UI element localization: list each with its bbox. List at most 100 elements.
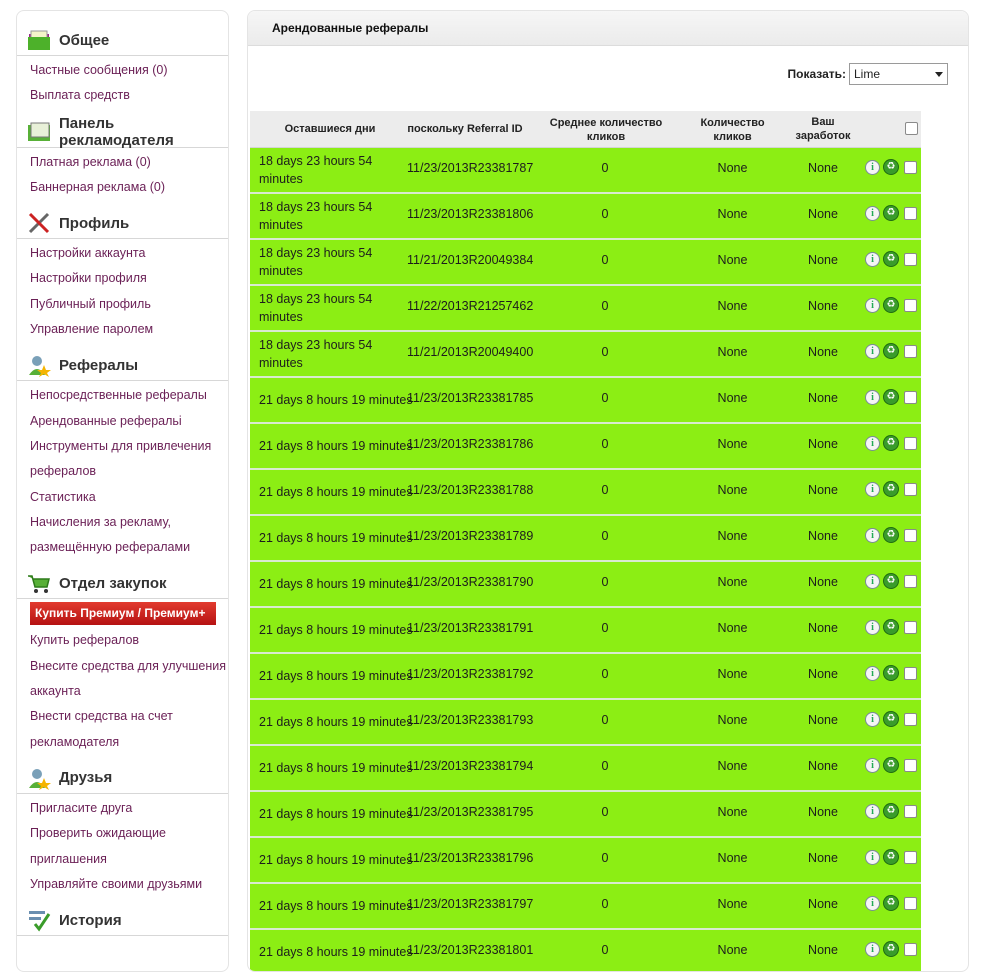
info-icon[interactable]: i [865, 159, 880, 175]
row-checkbox[interactable] [904, 390, 917, 404]
row-checkbox[interactable] [904, 758, 917, 772]
sidebar-link[interactable]: Публичный профиль [17, 292, 228, 317]
recycle-icon[interactable]: ♻ [883, 297, 899, 313]
row-checkbox[interactable] [904, 252, 917, 266]
sidebar-link[interactable]: Баннерная реклама (0) [17, 175, 228, 200]
info-icon[interactable]: i [865, 573, 880, 589]
sidebar-link[interactable]: Управление паролем [17, 317, 228, 342]
sidebar-link[interactable]: Начисления за рекламу, [17, 510, 228, 535]
cell-clicks: None [717, 391, 748, 405]
info-icon[interactable]: i [865, 435, 880, 451]
sidebar-link[interactable]: Внести средства на счет [17, 704, 228, 729]
info-icon[interactable]: i [865, 803, 880, 819]
recycle-icon[interactable]: ♻ [883, 757, 899, 773]
sidebar-link[interactable]: аккаунта [17, 679, 228, 704]
recycle-icon[interactable]: ♻ [883, 343, 899, 359]
sidebar-link[interactable]: Настройки аккаунта [17, 241, 228, 266]
cell-days: 21 days 8 hours 19 minutes [259, 945, 413, 959]
info-icon[interactable]: i [865, 343, 880, 359]
recycle-icon[interactable]: ♻ [883, 205, 899, 221]
info-icon[interactable]: i [865, 665, 880, 681]
row-checkbox[interactable] [904, 574, 917, 588]
info-icon[interactable]: i [865, 481, 880, 497]
row-checkbox[interactable] [904, 620, 917, 634]
sidebar-link[interactable]: рефералов [17, 459, 228, 484]
header-referral-id[interactable]: поскольку Referral ID [400, 123, 530, 135]
sidebar-link[interactable]: Пригласите друга [17, 796, 228, 821]
recycle-icon[interactable]: ♻ [883, 481, 899, 497]
table-row: 21 days 8 hours 19 minutes 11/23/2013R233… [250, 884, 921, 930]
info-icon[interactable]: i [865, 389, 880, 405]
cell-earnings: None [808, 207, 838, 221]
sidebar-link[interactable]: Статистика [17, 485, 228, 510]
row-checkbox[interactable] [904, 712, 917, 726]
row-checkbox[interactable] [904, 344, 917, 358]
recycle-icon[interactable]: ♻ [883, 251, 899, 267]
sidebar-link[interactable]: Настройки профиля [17, 266, 228, 291]
filter-select[interactable]: Lime [849, 63, 948, 85]
cell-earnings: None [808, 161, 838, 175]
recycle-icon[interactable]: ♻ [883, 527, 899, 543]
cell-days: 21 days 8 hours 19 minutes [259, 715, 413, 729]
header-earnings[interactable]: Ваш заработок [790, 115, 856, 143]
sidebar-link[interactable]: размещённую рефералами [17, 535, 228, 560]
sidebar-link[interactable]: Платная реклама (0) [17, 150, 228, 175]
recycle-icon[interactable]: ♻ [883, 619, 899, 635]
header-avg-clicks[interactable]: Среднее количество кликов [542, 116, 670, 144]
sidebar-link[interactable]: Управляйте своими друзьями [17, 872, 228, 897]
sidebar-link[interactable]: приглашения [17, 847, 228, 872]
sidebar-link[interactable]: Инструменты для привлечения [17, 434, 228, 459]
row-checkbox[interactable] [904, 298, 917, 312]
recycle-icon[interactable]: ♻ [883, 895, 899, 911]
sidebar-link[interactable]: Частные сообщения (0) [17, 58, 228, 83]
info-icon[interactable]: i [865, 297, 880, 313]
recycle-icon[interactable]: ♻ [883, 665, 899, 681]
cell-clicks: None [717, 253, 748, 267]
info-icon[interactable]: i [865, 849, 880, 865]
row-checkbox[interactable] [904, 436, 917, 450]
info-icon[interactable]: i [865, 757, 880, 773]
info-icon[interactable]: i [865, 711, 880, 727]
row-checkbox[interactable] [904, 850, 917, 864]
row-checkbox[interactable] [904, 206, 917, 220]
cell-clicks: None [717, 943, 748, 957]
cell-earnings: None [808, 299, 838, 313]
sidebar-link[interactable]: Купить рефералов [17, 628, 228, 653]
header-days[interactable]: Оставшиеся дни [270, 123, 390, 135]
recycle-icon[interactable]: ♻ [883, 849, 899, 865]
cell-clicks: None [717, 805, 748, 819]
row-checkbox[interactable] [904, 804, 917, 818]
recycle-icon[interactable]: ♻ [883, 389, 899, 405]
sidebar-link[interactable]: Внесите средства для улучшения [17, 654, 228, 679]
info-icon[interactable]: i [865, 619, 880, 635]
cell-referral-id: 11/23/2013R23381788 [407, 483, 534, 497]
buy-premium-button[interactable]: Купить Премиум / Премиум+ [30, 602, 216, 626]
info-icon[interactable]: i [865, 895, 880, 911]
info-icon[interactable]: i [865, 205, 880, 221]
header-clicks[interactable]: Количество кликов [690, 116, 775, 144]
sidebar-link[interactable]: Выплата средств [17, 83, 228, 108]
cell-clicks: None [717, 575, 748, 589]
sidebar-link[interactable]: Арендованные реферальі [17, 409, 228, 434]
row-checkbox[interactable] [904, 942, 917, 956]
tools-icon [27, 211, 51, 235]
select-all-checkbox[interactable] [905, 122, 918, 135]
sidebar-link[interactable]: рекламодателя [17, 730, 228, 755]
row-checkbox[interactable] [904, 528, 917, 542]
cart-icon [27, 571, 51, 595]
info-icon[interactable]: i [865, 941, 880, 957]
row-checkbox[interactable] [904, 896, 917, 910]
recycle-icon[interactable]: ♻ [883, 941, 899, 957]
sidebar-link[interactable]: Непосредственные рефералы [17, 383, 228, 408]
recycle-icon[interactable]: ♻ [883, 803, 899, 819]
row-checkbox[interactable] [904, 482, 917, 496]
recycle-icon[interactable]: ♻ [883, 573, 899, 589]
recycle-icon[interactable]: ♻ [883, 435, 899, 451]
info-icon[interactable]: i [865, 527, 880, 543]
row-checkbox[interactable] [904, 160, 917, 174]
recycle-icon[interactable]: ♻ [883, 711, 899, 727]
info-icon[interactable]: i [865, 251, 880, 267]
recycle-icon[interactable]: ♻ [883, 159, 899, 175]
sidebar-link[interactable]: Проверить ожидающие [17, 821, 228, 846]
row-checkbox[interactable] [904, 666, 917, 680]
